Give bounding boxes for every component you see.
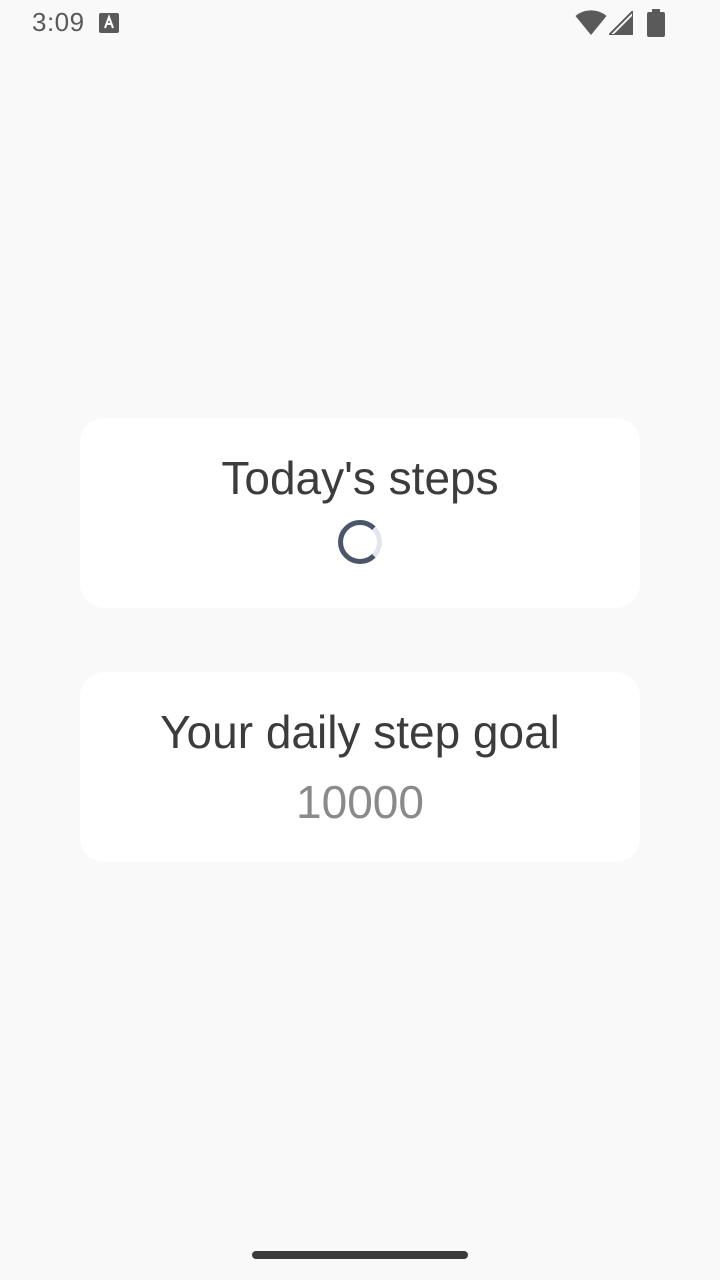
loading-spinner [338,520,382,564]
status-bar: 3:09 [0,0,720,48]
wifi-icon [575,10,607,35]
battery-icon [647,9,665,37]
status-time: 3:09 [32,7,85,37]
daily-step-goal-card[interactable]: Your daily step goal 10000 [80,672,640,862]
notification-a-icon [99,13,119,33]
daily-step-goal-title: Your daily step goal [160,706,560,758]
todays-steps-card: Today's steps [80,418,640,608]
daily-step-goal-value: 10000 [296,776,424,828]
signal-icon [609,11,633,35]
gesture-nav-handle[interactable] [252,1251,468,1259]
todays-steps-title: Today's steps [221,452,499,504]
